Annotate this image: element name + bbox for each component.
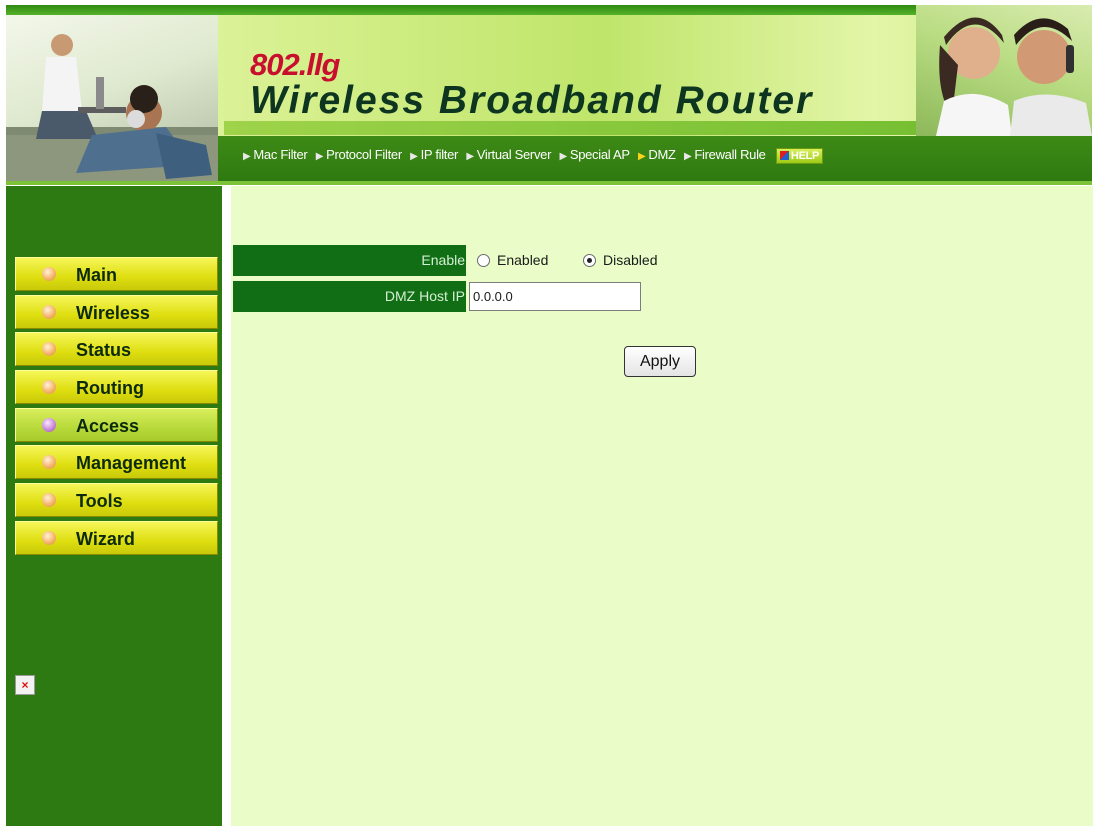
- bullet-icon: [42, 267, 56, 281]
- sidebar-menu: Main Wireless Status Routing Access Mana…: [15, 257, 218, 559]
- header-bottom-bar: [6, 181, 1092, 185]
- sidebar-item-label: Status: [76, 340, 132, 361]
- people-photo-left: [6, 34, 218, 185]
- sidebar-item-label: Routing: [76, 378, 144, 399]
- nav-label: IP filter: [420, 147, 459, 162]
- nav-label: DMZ: [648, 147, 676, 162]
- people-photo-right: [936, 17, 1092, 136]
- arrow-right-icon: ▶: [410, 151, 418, 162]
- header-photo-right: [916, 5, 1092, 136]
- sidebar-item-label: Main: [76, 265, 118, 285]
- disabled-radio-label[interactable]: Disabled: [603, 252, 657, 268]
- enable-row: Enable Enabled Disabled: [233, 245, 833, 277]
- nav-ip-filter[interactable]: ▶ IP filter: [410, 147, 458, 162]
- broken-image-icon: ×: [15, 675, 35, 695]
- nav-label: Virtual Server: [476, 147, 552, 162]
- arrow-right-icon: ▶: [559, 151, 567, 162]
- nav-label: Protocol Filter: [326, 147, 402, 162]
- arrow-right-icon: ▶: [683, 151, 692, 162]
- sidebar-item-label: Management: [76, 453, 187, 474]
- bullet-icon: [42, 530, 56, 545]
- dmz-host-ip-input[interactable]: [469, 282, 641, 311]
- arrow-right-icon: ▶: [466, 151, 474, 162]
- header-banner: 802.llg Wireless Broadband Router ▶ Mac F…: [6, 5, 1092, 185]
- nav-label: Mac Filter: [253, 147, 308, 162]
- help-button[interactable]: HELP: [775, 147, 824, 164]
- nav-special-ap[interactable]: ▶ Special AP: [559, 147, 630, 162]
- sidebar-item-tools[interactable]: Tools: [15, 483, 218, 518]
- sidebar-item-wizard[interactable]: Wizard: [15, 520, 218, 555]
- sidebar-item-status[interactable]: Status: [15, 332, 218, 367]
- nav-protocol-filter[interactable]: ▶ Protocol Filter: [316, 147, 402, 162]
- nav-label: Firewall Rule: [694, 147, 766, 162]
- dmz-host-label: DMZ Host IP: [233, 281, 466, 312]
- sidebar-item-wireless[interactable]: Wireless: [15, 294, 218, 329]
- nav-mac-filter[interactable]: ▶ Mac Filter: [243, 147, 308, 162]
- help-label: HELP: [790, 149, 820, 162]
- sidebar-item-main[interactable]: Main: [15, 257, 218, 291]
- main-content: Enable Enabled Disabled DMZ Host IP Appl…: [231, 186, 1093, 826]
- bullet-icon: [42, 455, 56, 470]
- nav-label: Special AP: [569, 147, 630, 162]
- bullet-icon: [42, 380, 56, 395]
- sidebar-item-routing[interactable]: Routing: [15, 370, 218, 405]
- enable-label: Enable: [233, 245, 466, 276]
- bullet-icon: [42, 493, 56, 508]
- sidebar-item-management[interactable]: Management: [15, 445, 218, 480]
- help-logo-icon: [779, 150, 789, 160]
- top-nav-links: ▶ Mac Filter ▶ Protocol Filter ▶ IP filter …: [243, 147, 824, 164]
- bullet-icon: [42, 342, 56, 357]
- sidebar-item-label: Tools: [76, 491, 123, 512]
- brand-model: 802.llg: [250, 47, 340, 82]
- enabled-radio-label[interactable]: Enabled: [497, 252, 548, 268]
- arrow-right-active-icon: ▶: [638, 151, 646, 162]
- arrow-right-icon: ▶: [243, 151, 251, 162]
- sidebar: Main Wireless Status Routing Access Mana…: [6, 186, 222, 826]
- sidebar-item-label: Wizard: [76, 528, 135, 549]
- brand-title: Wireless Broadband Router: [250, 79, 814, 122]
- disabled-radio[interactable]: [583, 254, 596, 267]
- bullet-active-icon: [42, 417, 56, 432]
- header-photo-left: [6, 15, 218, 185]
- bullet-icon: [42, 304, 56, 319]
- sidebar-item-label: Access: [76, 415, 140, 436]
- nav-dmz[interactable]: ▶ DMZ: [638, 147, 676, 162]
- arrow-right-icon: ▶: [315, 151, 324, 162]
- top-nav: ▶ Mac Filter ▶ Protocol Filter ▶ IP filter …: [218, 136, 1092, 181]
- nav-firewall-rule[interactable]: ▶ Firewall Rule: [684, 147, 766, 162]
- nav-virtual-server[interactable]: ▶ Virtual Server: [466, 147, 551, 162]
- sidebar-item-access[interactable]: Access: [15, 407, 218, 442]
- sidebar-item-label: Wireless: [76, 302, 150, 323]
- enabled-radio[interactable]: [477, 254, 490, 267]
- apply-button[interactable]: Apply: [624, 346, 696, 377]
- dmz-host-row: DMZ Host IP: [233, 281, 833, 313]
